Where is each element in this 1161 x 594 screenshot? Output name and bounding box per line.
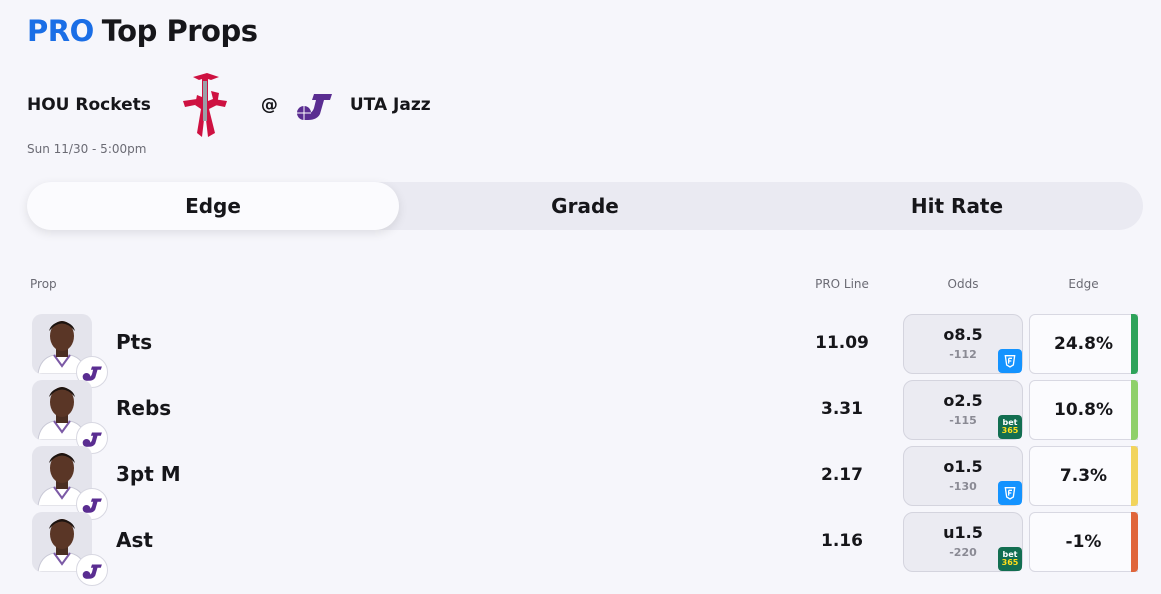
pro-line-value: 1.16 xyxy=(821,531,863,551)
edge-value: 24.8% xyxy=(1029,314,1138,374)
column-header-prop: Prop xyxy=(30,277,57,291)
table-row[interactable]: Ast 1.16 u1.5 -220 bet 365 -1% xyxy=(27,512,1143,586)
fanduel-icon xyxy=(998,481,1022,505)
edge-indicator xyxy=(1131,314,1138,374)
odds-line: u1.5 xyxy=(943,523,983,542)
sort-tabs: Edge Grade Hit Rate xyxy=(27,182,1143,230)
at-separator: @ xyxy=(260,95,278,115)
pro-line-value: 11.09 xyxy=(815,333,869,353)
table-row[interactable]: Pts 11.09 o8.5 -112 24.8% xyxy=(27,314,1143,388)
odds-line: o1.5 xyxy=(943,457,983,476)
pro-line-value: 2.17 xyxy=(821,465,863,485)
edge-indicator xyxy=(1131,380,1138,440)
game-datetime: Sun 11/30 - 5:00pm xyxy=(27,142,147,156)
odds-button[interactable]: o8.5 -112 xyxy=(903,314,1023,374)
tab-hit-rate[interactable]: Hit Rate xyxy=(771,182,1143,230)
matchup-header: HOU Rockets @ UTA Jazz xyxy=(27,70,431,140)
page-title: PRO Top Props xyxy=(27,14,258,48)
away-team-name: UTA Jazz xyxy=(349,95,431,115)
bet365-logo-bottom: 365 xyxy=(1001,426,1019,435)
prop-name: Pts xyxy=(116,330,153,354)
pro-line-value: 3.31 xyxy=(821,399,863,419)
bet365-logo-bottom: 365 xyxy=(1001,558,1019,567)
edge-indicator xyxy=(1131,446,1138,506)
table-row[interactable]: Rebs 3.31 o2.5 -115 bet 365 10.8% xyxy=(27,380,1143,454)
edge-value: 10.8% xyxy=(1029,380,1138,440)
title-text: Top Props xyxy=(101,14,258,48)
team-badge-icon xyxy=(76,554,108,586)
fanduel-icon xyxy=(998,349,1022,373)
bet365-icon: bet 365 xyxy=(998,415,1022,439)
tab-grade[interactable]: Grade xyxy=(399,182,771,230)
odds-line: o2.5 xyxy=(943,391,983,410)
column-header-edge: Edge xyxy=(1068,277,1099,291)
prop-name: 3pt M xyxy=(116,462,181,486)
jazz-logo-icon xyxy=(296,94,332,120)
prop-name: Ast xyxy=(116,528,153,552)
tab-edge[interactable]: Edge xyxy=(27,182,399,230)
rockets-logo-icon xyxy=(182,73,227,137)
edge-indicator xyxy=(1131,512,1138,572)
prop-name: Rebs xyxy=(116,396,172,420)
edge-value: -1% xyxy=(1029,512,1138,572)
table-row[interactable]: 3pt M 2.17 o1.5 -130 7.3% xyxy=(27,446,1143,520)
column-header-pro-line: PRO Line xyxy=(815,277,869,291)
odds-button[interactable]: o1.5 -130 xyxy=(903,446,1023,506)
bet365-icon: bet 365 xyxy=(998,547,1022,571)
edge-value: 7.3% xyxy=(1029,446,1138,506)
home-team-name: HOU Rockets xyxy=(27,95,151,115)
odds-button[interactable]: o2.5 -115 bet 365 xyxy=(903,380,1023,440)
pro-label: PRO xyxy=(27,14,94,48)
odds-line: o8.5 xyxy=(943,325,983,344)
odds-button[interactable]: u1.5 -220 bet 365 xyxy=(903,512,1023,572)
column-header-odds: Odds xyxy=(947,277,979,291)
